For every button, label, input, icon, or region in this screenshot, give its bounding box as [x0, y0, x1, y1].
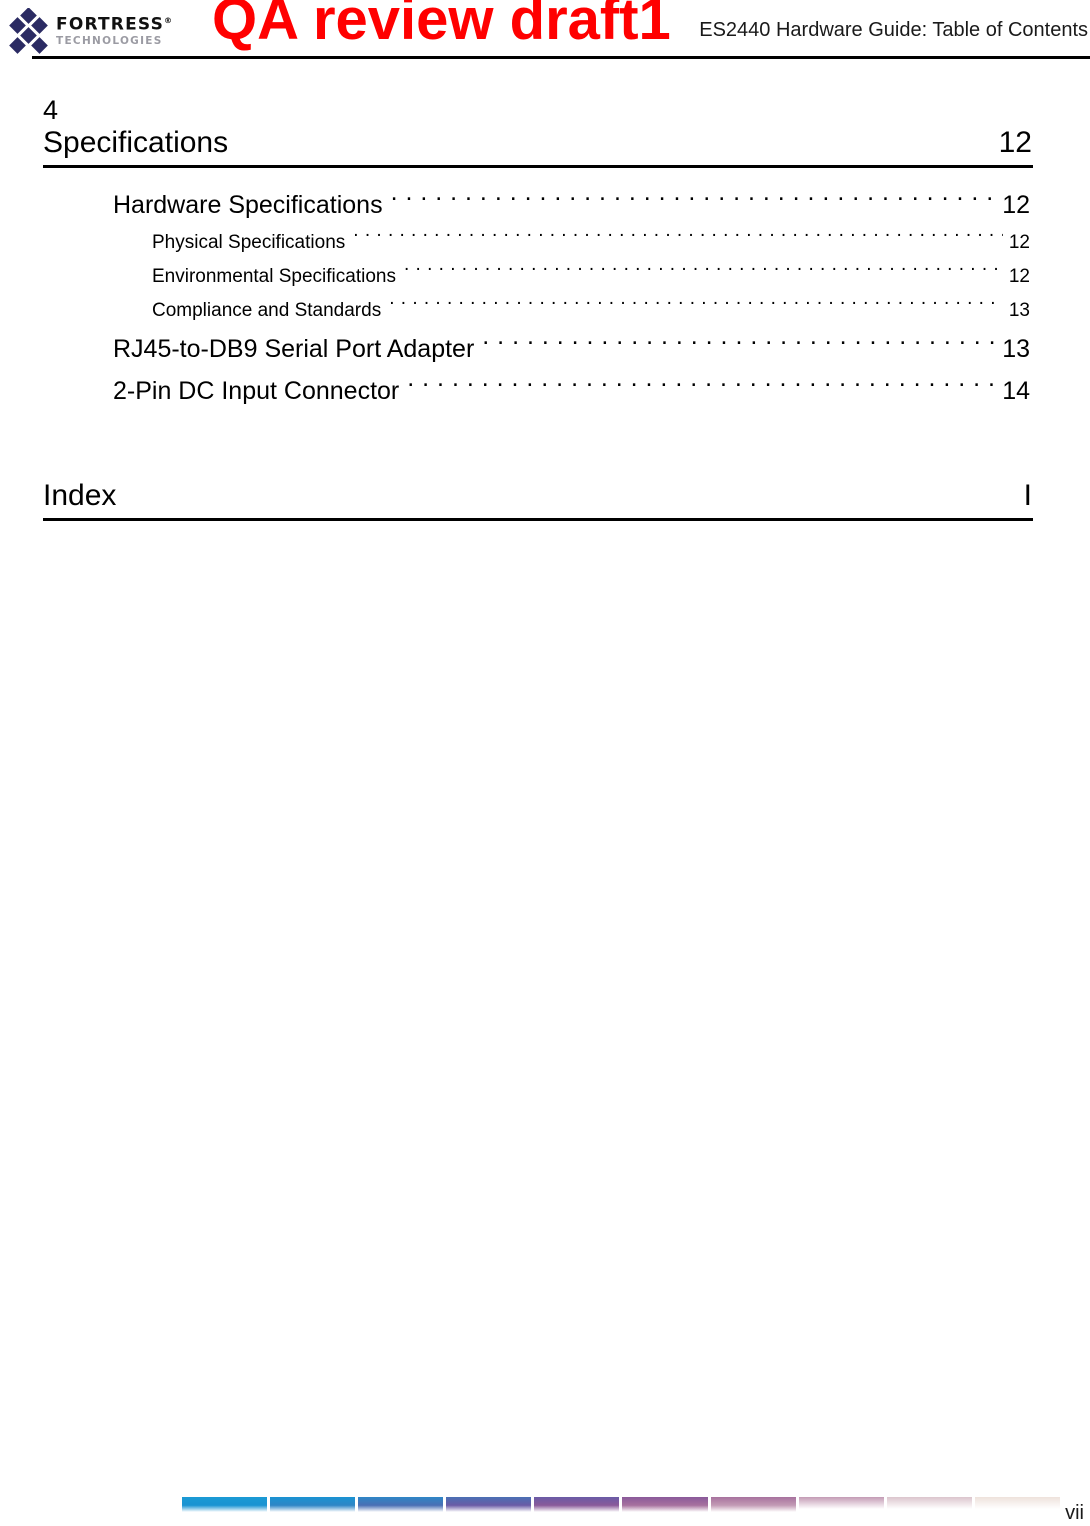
toc-entry-title: Physical Specifications: [152, 232, 346, 253]
chapter-entry[interactable]: Specifications 12: [0, 125, 1090, 161]
gradient-bar-segment: [534, 1497, 620, 1512]
toc-entry[interactable]: Compliance and Standards 13: [0, 294, 1090, 328]
index-heading-block: Index I: [0, 478, 1090, 521]
toc-entry-list: Hardware Specifications 12 Physical Spec…: [0, 184, 1090, 412]
chapter-divider: [43, 165, 1033, 168]
gradient-bar-segment: [270, 1497, 356, 1512]
toc-dot-leader: [391, 188, 997, 213]
gradient-bar-segment: [446, 1497, 532, 1512]
chapter-heading-block: 4 Specifications 12: [0, 95, 1090, 168]
decorative-gradient-bar: [182, 1497, 1060, 1512]
toc-dot-leader: [404, 263, 1003, 282]
index-title: Index: [43, 479, 117, 512]
toc-entry-title: Environmental Specifications: [152, 266, 396, 287]
toc-entry-title: Hardware Specifications: [113, 191, 383, 219]
brand-logo: FORTRESS® TECHNOLOGIES: [8, 6, 193, 54]
footer-page-number: vii: [1065, 1502, 1084, 1524]
document-header-title: ES2440 Hardware Guide: Table of Contents: [699, 19, 1088, 41]
toc-dot-leader: [482, 332, 996, 357]
index-page-number: I: [1023, 479, 1032, 512]
toc-entry-page: 14: [1002, 377, 1030, 405]
index-divider: [43, 518, 1033, 521]
chapter-number: 4: [43, 95, 59, 125]
toc-entry[interactable]: RJ45-to-DB9 Serial Port Adapter 13: [0, 328, 1090, 370]
toc-entry[interactable]: Hardware Specifications 12: [0, 184, 1090, 226]
toc-entry[interactable]: Physical Specifications 12: [0, 226, 1090, 260]
toc-entry[interactable]: 2-Pin DC Input Connector 14: [0, 370, 1090, 412]
toc-entry-title: RJ45-to-DB9 Serial Port Adapter: [113, 335, 475, 363]
page-header: FORTRESS® TECHNOLOGIES ES2440 Hardware G…: [0, 0, 1090, 62]
brand-tagline: TECHNOLOGIES: [56, 34, 163, 47]
toc-entry-page: 13: [1008, 300, 1030, 321]
gradient-bar-segment: [886, 1497, 972, 1512]
toc-dot-leader: [407, 374, 996, 399]
header-divider: [32, 56, 1090, 59]
registered-trademark-icon: ®: [164, 16, 174, 25]
toc-entry-page: 12: [1002, 191, 1030, 219]
fortress-diamond-logo-icon: [8, 8, 50, 54]
gradient-bar-segment: [358, 1497, 444, 1512]
brand-name-text: FORTRESS: [56, 14, 165, 35]
page-footer: vii: [0, 1466, 1090, 1526]
toc-entry-title: 2-Pin DC Input Connector: [113, 377, 400, 405]
chapter-page-number: 12: [998, 126, 1032, 159]
index-entry[interactable]: Index I: [0, 478, 1090, 514]
toc-entry-title: Compliance and Standards: [152, 300, 382, 321]
gradient-bar-segment: [710, 1497, 796, 1512]
toc-dot-leader: [389, 297, 1003, 316]
table-of-contents: 4 Specifications 12 Hardware Specificati…: [0, 95, 1090, 412]
toc-entry-page: 13: [1002, 335, 1030, 363]
brand-wordmark: FORTRESS® TECHNOLOGIES: [56, 12, 196, 47]
toc-entry-page: 12: [1008, 266, 1030, 287]
toc-entry-page: 12: [1008, 232, 1030, 253]
gradient-bar-segment: [798, 1497, 884, 1512]
gradient-bar-segment: [622, 1497, 708, 1512]
brand-name: FORTRESS®: [56, 12, 196, 34]
toc-dot-leader: [353, 229, 1003, 248]
gradient-bar-segment: [182, 1497, 268, 1512]
toc-entry[interactable]: Environmental Specifications 12: [0, 260, 1090, 294]
gradient-bar-segment: [974, 1497, 1060, 1512]
chapter-title: Specifications: [43, 126, 229, 159]
